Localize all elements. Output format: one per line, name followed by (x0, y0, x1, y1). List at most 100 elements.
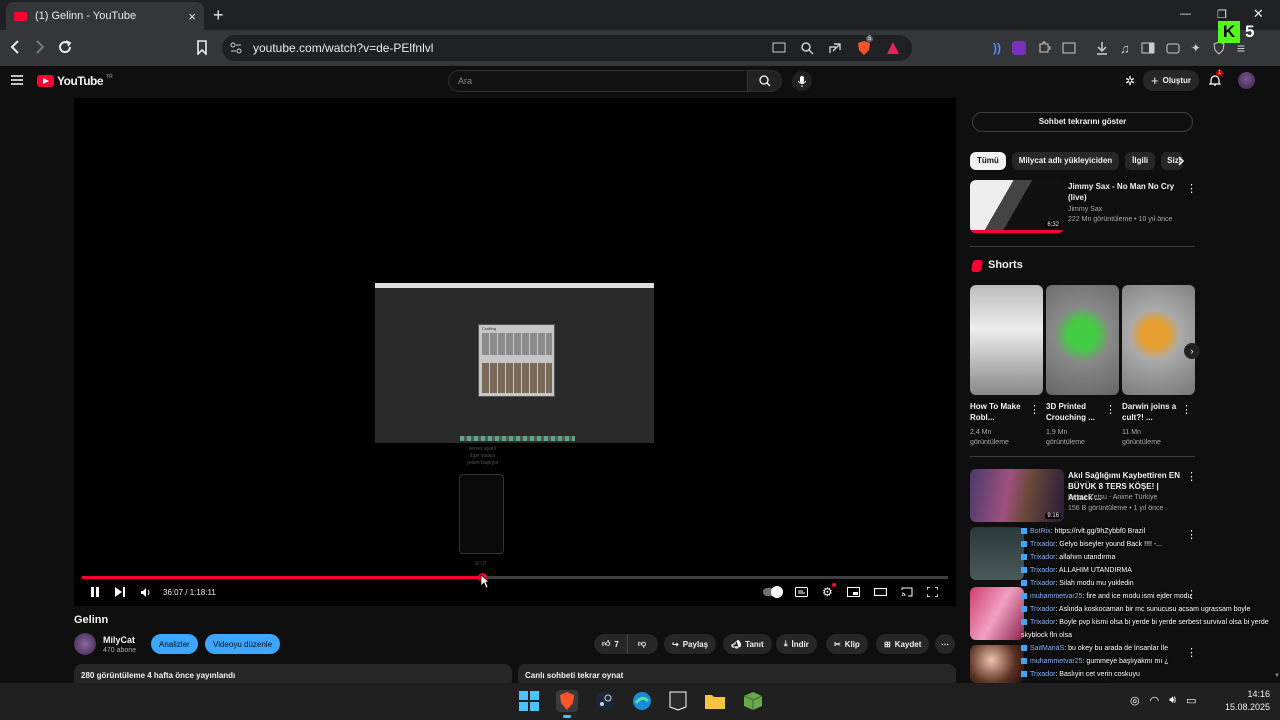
studio-icon[interactable]: ✲ (1125, 74, 1135, 88)
epic-games-icon[interactable] (669, 691, 687, 711)
chip-all[interactable]: Tümü (970, 152, 1006, 170)
rec-channel[interactable]: Beyaz Zetsu - Anime Türkiye (1068, 493, 1157, 503)
subtitles-icon[interactable] (795, 587, 808, 597)
ghost-status-text: server ayarlı lüge olsaya yolum başlıyor (455, 446, 510, 467)
channel-avatar[interactable] (74, 633, 96, 655)
chip-related[interactable]: İlgili (1125, 152, 1156, 170)
edit-video-button[interactable]: Videoyu düzenle (205, 634, 281, 654)
clock[interactable]: 14:16 15.08.2025 (1218, 688, 1270, 714)
close-tab-icon[interactable]: × (188, 9, 196, 24)
rec-thumbnail[interactable] (970, 645, 1024, 683)
search-input[interactable]: Ara (448, 70, 748, 92)
short-more-icon[interactable]: ⋮ (1181, 403, 1192, 416)
tray-app-icon[interactable]: ◎ (1130, 694, 1140, 707)
brave-rewards-icon[interactable] (886, 41, 900, 55)
vpn-icon[interactable] (1212, 41, 1226, 55)
browser-tab[interactable]: (1) Gelinn - YouTube × (6, 2, 204, 30)
chat-badge-icon (1021, 580, 1027, 587)
ext-purple-icon[interactable] (1012, 41, 1026, 55)
volume-icon[interactable] (141, 588, 151, 597)
rec-channel[interactable]: Jimmy Sax (1068, 205, 1102, 215)
short-thumbnail[interactable] (1046, 285, 1119, 395)
music-icon[interactable]: ♫ (1120, 41, 1130, 56)
brave-taskbar-icon[interactable] (556, 690, 578, 712)
steam-icon[interactable] (595, 691, 615, 711)
theater-mode-icon[interactable] (873, 588, 887, 596)
fullscreen-icon[interactable] (926, 587, 938, 597)
wifi-icon[interactable]: ◠ (1150, 694, 1160, 707)
show-chat-replay-button[interactable]: Sohbet tekrarını göster (972, 112, 1193, 132)
chat-badge-icon (1021, 528, 1027, 535)
share-page-icon[interactable] (828, 41, 842, 55)
reload-icon[interactable] (57, 39, 73, 55)
autoplay-toggle[interactable] (763, 586, 783, 598)
battery-icon[interactable]: ▭ (1186, 694, 1196, 707)
short-title[interactable]: 3D Printed Crouching ... (1046, 401, 1102, 423)
notifications-icon[interactable]: 1 (1209, 70, 1224, 87)
chip-from-uploader[interactable]: Milycat adlı yükleyiciden (1011, 152, 1120, 170)
download-icon[interactable] (1095, 41, 1109, 55)
rec-thumbnail[interactable] (970, 587, 1024, 640)
short-title[interactable]: Darwin joins a cult?! ... (1122, 401, 1178, 423)
voice-search-button[interactable] (792, 71, 812, 91)
translate-icon[interactable]: )) (993, 41, 1001, 55)
edge-icon[interactable] (632, 691, 652, 711)
speaker-icon[interactable]: 🔊︎ (1169, 694, 1176, 707)
channel-name[interactable]: MilyCat (103, 635, 135, 645)
settings-icon[interactable]: ⚙ (822, 583, 836, 599)
dislike-icon[interactable]: 👎︎ (632, 639, 652, 649)
shorts-next-button[interactable]: › (1184, 343, 1200, 359)
sidebar-toggle-icon[interactable] (1141, 41, 1155, 55)
windows-start-icon[interactable] (519, 691, 539, 711)
pause-icon[interactable] (90, 587, 100, 597)
like-button[interactable]: 👍︎ 7 (594, 634, 628, 654)
short-title[interactable]: How To Make Robl... (970, 401, 1026, 423)
hamburger-icon[interactable] (11, 75, 23, 85)
clip-button[interactable]: ✂ Klip (826, 634, 868, 654)
youtube-logo[interactable]: YouTube TR (37, 74, 113, 88)
more-actions-button[interactable]: ⋯ (935, 634, 955, 654)
bookmark-icon[interactable] (196, 40, 208, 55)
ai-star-icon[interactable]: ✦ (1191, 41, 1201, 55)
site-info-icon[interactable] (230, 42, 242, 54)
zoom-icon[interactable] (800, 41, 814, 55)
rec-more-icon[interactable]: ⋮ (1186, 470, 1197, 483)
rec-thumbnail[interactable]: 9:16 (970, 469, 1064, 522)
extensions-icon[interactable] (1037, 41, 1051, 55)
download-button[interactable]: ⤓ İndir (776, 634, 817, 654)
brave-shield-icon[interactable]: 5 (856, 36, 874, 56)
restore-icon[interactable]: ❐ (1217, 8, 1227, 21)
miniplayer-icon[interactable] (846, 587, 860, 597)
create-button[interactable]: + Oluştur (1143, 70, 1200, 91)
back-icon[interactable] (8, 39, 22, 55)
search-button[interactable] (748, 70, 782, 92)
forward-icon[interactable] (33, 39, 47, 55)
file-explorer-icon[interactable] (704, 692, 726, 710)
analytics-button[interactable]: Analizler (151, 634, 198, 654)
next-icon[interactable] (115, 587, 125, 597)
chat-message: Trixador: ALLAHIM UTANDIRMA (1021, 564, 1275, 577)
short-more-icon[interactable]: ⋮ (1105, 403, 1116, 416)
minecraft-icon[interactable] (743, 691, 763, 711)
short-thumbnail[interactable] (970, 285, 1043, 395)
cast-icon[interactable] (772, 41, 786, 55)
rec-thumbnail[interactable] (970, 527, 1024, 580)
minimize-icon[interactable]: — (1180, 8, 1191, 20)
short-thumbnail[interactable] (1122, 285, 1195, 395)
share-button[interactable]: ↪ Paylaş (664, 634, 717, 654)
chips-next-icon[interactable] (1177, 155, 1185, 167)
rec-thumbnail[interactable]: 6:32 (970, 180, 1064, 233)
rec-more-icon[interactable]: ⋮ (1186, 182, 1197, 195)
url-text[interactable]: youtube.com/watch?v=de-PElfnlvl (253, 41, 433, 55)
cast-to-tv-icon[interactable] (901, 587, 913, 597)
screenshot-icon[interactable] (1062, 41, 1076, 55)
wallet-icon[interactable] (1166, 41, 1180, 55)
avatar[interactable] (1238, 72, 1255, 89)
short-more-icon[interactable]: ⋮ (1029, 403, 1040, 416)
player-right-controls: ⚙ (763, 583, 938, 599)
promote-button[interactable]: 📣︎ Tanıt (723, 634, 772, 654)
rec-title[interactable]: Jimmy Sax - No Man No Cry (live) (1068, 181, 1178, 203)
save-button[interactable]: ⊞ Kaydet (876, 634, 930, 654)
new-tab-icon[interactable]: + (213, 5, 224, 26)
close-window-icon[interactable]: ✕ (1253, 6, 1264, 22)
